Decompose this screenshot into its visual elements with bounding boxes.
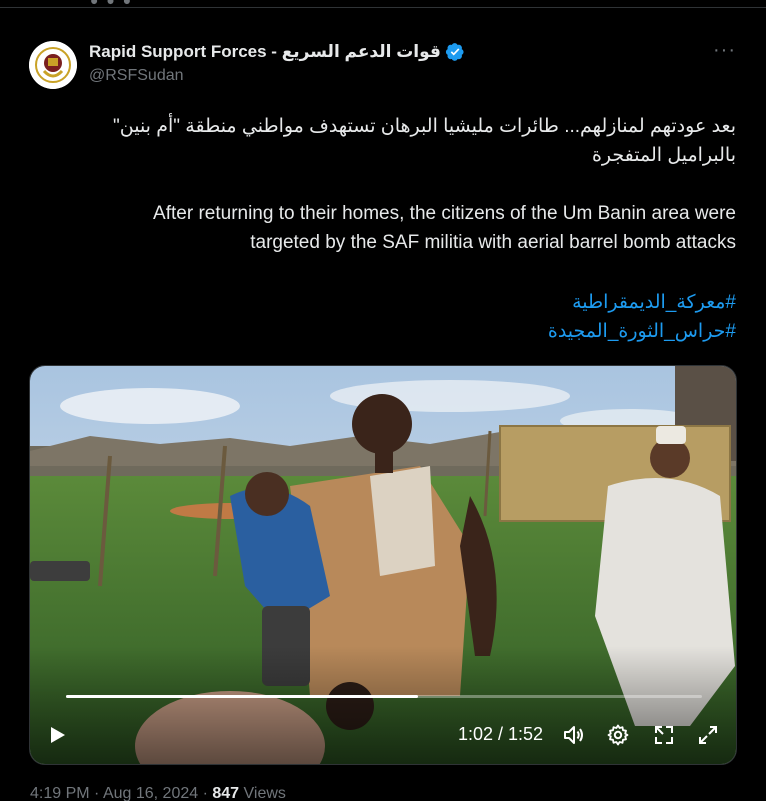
volume-button[interactable]: [562, 723, 586, 752]
hashtag-link[interactable]: #حراس_الثورة_المجيدة: [30, 317, 736, 346]
tweet-header: Rapid Support Forces - قوات الدعم السريع…: [89, 40, 465, 90]
hashtag-link[interactable]: #معركة_الديمقراطية: [30, 288, 736, 317]
tweet-text-arabic: بعد عودتهم لمنازلهم... طائرات مليشيا الب…: [30, 112, 736, 170]
video-progress-bar[interactable]: [66, 695, 702, 698]
picture-in-picture-button[interactable]: [652, 723, 676, 752]
tweet-meta: 4:19 PM · Aug 16, 2024 · 847 Views: [30, 785, 286, 801]
fullscreen-icon: [699, 726, 717, 744]
tweet-text-english: After returning to their homes, the citi…: [30, 199, 736, 257]
fullscreen-button[interactable]: [696, 723, 720, 752]
tweet-date[interactable]: Aug 16, 2024: [103, 785, 198, 801]
video-progress-fill: [66, 695, 419, 698]
play-button[interactable]: [46, 724, 68, 751]
hashtag-list: #معركة_الديمقراطية #حراس_الثورة_المجيدة: [30, 288, 736, 346]
views-count: 847: [212, 785, 240, 801]
volume-icon: [564, 726, 583, 744]
top-overflow-dots: ● ● ●: [90, 0, 134, 8]
video-time-display: 1:02 / 1:52: [458, 724, 544, 744]
arabic-line-2: بالبراميل المتفجرة: [591, 145, 736, 166]
rsf-logo-icon: [29, 41, 77, 89]
author-name[interactable]: Rapid Support Forces - قوات الدعم السريع: [89, 42, 441, 62]
verified-badge-icon: [445, 43, 464, 61]
english-line-2: targeted by the SAF militia with aerial …: [250, 232, 736, 253]
picture-in-picture-icon: [655, 726, 673, 744]
play-icon: [51, 727, 65, 743]
video-player[interactable]: 1:02 / 1:52: [29, 365, 737, 765]
settings-button[interactable]: [606, 723, 630, 752]
author-handle[interactable]: @RSFSudan: [89, 67, 465, 85]
avatar[interactable]: [29, 41, 77, 89]
english-line-1: After returning to their homes, the citi…: [153, 203, 736, 224]
tweet-time[interactable]: 4:19 PM: [30, 785, 90, 801]
meta-separator: ·: [94, 785, 100, 801]
top-divider: ● ● ●: [0, 0, 766, 8]
views-label: Views: [243, 785, 286, 801]
more-options-button[interactable]: ···: [713, 40, 736, 60]
video-frame: [30, 366, 736, 764]
arabic-line-1: بعد عودتهم لمنازلهم... طائرات مليشيا الب…: [113, 116, 736, 137]
meta-separator: ·: [202, 785, 208, 801]
gear-icon: [607, 724, 629, 746]
